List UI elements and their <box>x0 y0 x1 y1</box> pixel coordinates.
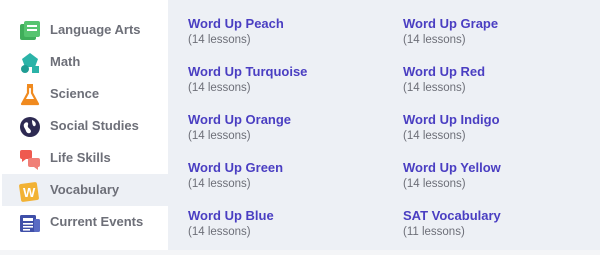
lesson-title[interactable]: Word Up Blue <box>188 208 274 224</box>
sidebar-item-vocabulary[interactable]: W Vocabulary <box>2 174 168 206</box>
subject-sidebar: Language Arts Math Science Social Studie… <box>2 0 168 250</box>
flask-icon <box>18 84 42 106</box>
menu-bottom-edge <box>0 250 600 255</box>
sidebar-item-science[interactable]: Science <box>2 78 168 110</box>
subject-menu: Language Arts Math Science Social Studie… <box>0 0 600 255</box>
sidebar-item-social-studies[interactable]: Social Studies <box>2 110 168 142</box>
lesson-title[interactable]: Word Up Indigo <box>403 112 500 128</box>
sidebar-item-language-arts[interactable]: Language Arts <box>2 14 168 46</box>
lesson-link-word-up-grape[interactable]: Word Up Grape (14 lessons) <box>403 16 498 47</box>
lesson-title[interactable]: SAT Vocabulary <box>403 208 501 224</box>
lesson-count: (14 lessons) <box>188 82 251 94</box>
lesson-count: (14 lessons) <box>403 178 466 190</box>
shapes-icon <box>18 52 42 74</box>
lesson-panel: Word Up Peach (14 lessons) Word Up Turqu… <box>168 0 600 250</box>
book-icon <box>18 20 42 42</box>
newspaper-icon <box>18 212 42 234</box>
lesson-count: (14 lessons) <box>403 130 466 142</box>
lesson-title[interactable]: Word Up Orange <box>188 112 291 128</box>
sidebar-item-life-skills[interactable]: Life Skills <box>2 142 168 174</box>
sidebar-item-label: Math <box>50 54 81 69</box>
lesson-title[interactable]: Word Up Peach <box>188 16 284 32</box>
chat-bubbles-icon <box>18 148 42 170</box>
lesson-count: (14 lessons) <box>188 226 251 238</box>
lesson-link-word-up-red[interactable]: Word Up Red (14 lessons) <box>403 64 485 95</box>
lesson-count: (11 lessons) <box>403 226 465 238</box>
lesson-link-word-up-peach[interactable]: Word Up Peach (14 lessons) <box>188 16 284 47</box>
lesson-link-word-up-indigo[interactable]: Word Up Indigo (14 lessons) <box>403 112 500 143</box>
lesson-title[interactable]: Word Up Red <box>403 64 485 80</box>
sidebar-item-label: Language Arts <box>50 22 141 37</box>
globe-icon <box>18 116 42 138</box>
sidebar-item-current-events[interactable]: Current Events <box>2 206 168 238</box>
lesson-link-word-up-blue[interactable]: Word Up Blue (14 lessons) <box>188 208 274 239</box>
lesson-count: (14 lessons) <box>188 178 251 190</box>
w-tile-icon: W <box>18 180 42 202</box>
sidebar-item-label: Vocabulary <box>50 182 120 197</box>
lesson-count: (14 lessons) <box>188 34 251 46</box>
lesson-count: (14 lessons) <box>403 82 466 94</box>
lesson-link-word-up-turquoise[interactable]: Word Up Turquoise (14 lessons) <box>188 64 307 95</box>
lesson-link-word-up-green[interactable]: Word Up Green (14 lessons) <box>188 160 283 191</box>
lesson-link-sat-vocabulary[interactable]: SAT Vocabulary (11 lessons) <box>403 208 501 239</box>
lesson-title[interactable]: Word Up Turquoise <box>188 64 307 80</box>
sidebar-item-label: Science <box>50 86 100 101</box>
sidebar-item-label: Social Studies <box>50 118 139 133</box>
lesson-count: (14 lessons) <box>403 34 466 46</box>
lesson-title[interactable]: Word Up Green <box>188 160 283 176</box>
lesson-link-word-up-orange[interactable]: Word Up Orange (14 lessons) <box>188 112 291 143</box>
sidebar-item-label: Life Skills <box>50 150 111 165</box>
lesson-count: (14 lessons) <box>188 130 251 142</box>
svg-text:W: W <box>23 185 36 200</box>
lesson-title[interactable]: Word Up Yellow <box>403 160 501 176</box>
sidebar-item-label: Current Events <box>50 214 144 229</box>
lesson-title[interactable]: Word Up Grape <box>403 16 498 32</box>
lesson-link-word-up-yellow[interactable]: Word Up Yellow (14 lessons) <box>403 160 501 191</box>
sidebar-item-math[interactable]: Math <box>2 46 168 78</box>
